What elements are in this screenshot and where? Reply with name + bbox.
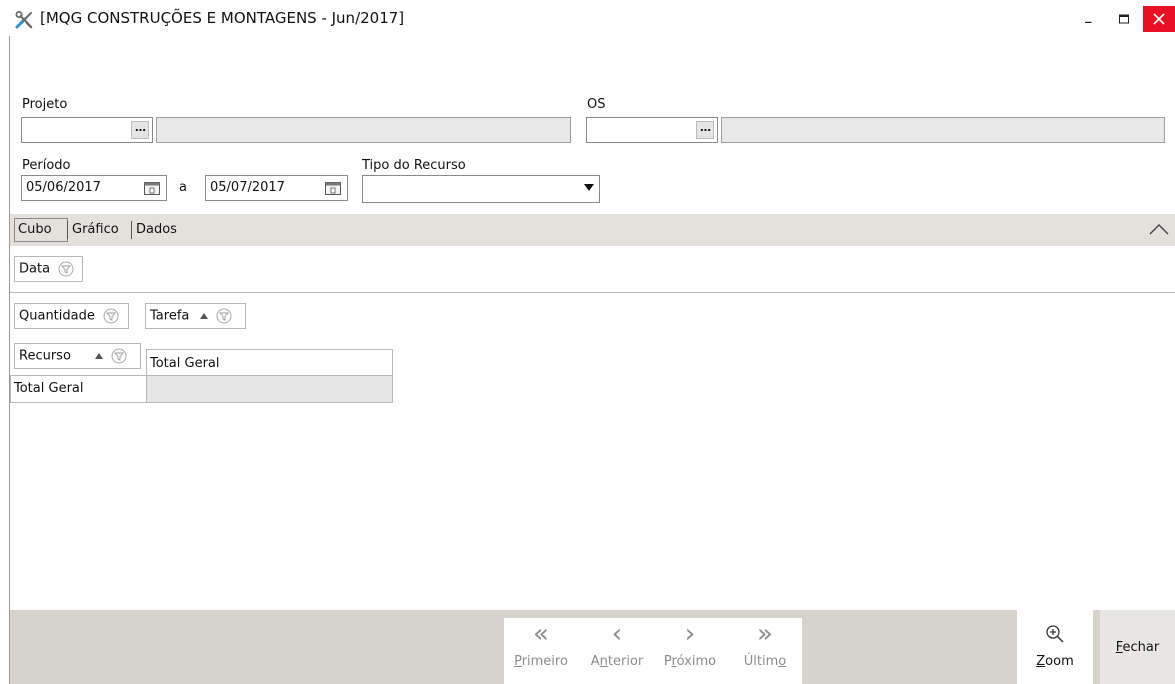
first-record-button[interactable]: « Primeiro (504, 618, 578, 684)
last-record-label: Último (743, 654, 787, 669)
data-field-quantidade[interactable]: Quantidade (14, 303, 129, 329)
zoom-in-icon (1046, 625, 1064, 643)
double-chevron-left-icon: « (533, 619, 549, 649)
column-grand-total-header: Total Geral (146, 349, 393, 376)
date-from-input[interactable]: 05/06/2017 (21, 175, 167, 201)
title-bar: [MQG CONSTRUÇÕES E MONTAGENS - Jun/2017]… (0, 0, 1175, 36)
os-code-input[interactable]: … (586, 117, 718, 143)
filter-icon[interactable] (111, 348, 127, 364)
tab-divider (67, 221, 68, 239)
filter-icon[interactable] (58, 261, 74, 277)
os-label: OS (587, 97, 606, 112)
sort-ascending-icon[interactable] (199, 313, 208, 319)
first-record-label: Primeiro (514, 654, 568, 669)
next-record-label: Próximo (663, 654, 717, 669)
chevron-left-icon: ‹ (611, 619, 623, 649)
close-label: Fechar (1115, 640, 1160, 655)
row-grand-total-header: Total Geral (10, 375, 147, 403)
close-window-button[interactable] (1143, 6, 1175, 32)
close-button[interactable]: Fechar (1100, 610, 1175, 684)
os-description-field (721, 117, 1165, 143)
row-field-label: Recurso (19, 348, 71, 364)
minimize-icon: _ (1085, 9, 1092, 24)
periodo-label: Período (22, 158, 71, 173)
double-chevron-right-icon: » (757, 619, 773, 649)
column-field-label: Tarefa (150, 308, 190, 324)
date-separator: a (179, 180, 187, 195)
chevron-up-icon[interactable] (1149, 222, 1169, 236)
sort-ascending-icon[interactable] (95, 353, 104, 359)
next-record-button[interactable]: › Próximo (653, 618, 727, 684)
tab-dados[interactable]: Dados (136, 222, 177, 237)
calendar-icon[interactable] (325, 181, 341, 195)
column-field-tarefa[interactable]: Tarefa (145, 303, 246, 329)
last-record-button[interactable]: » Último (728, 618, 802, 684)
tab-grafico[interactable]: Gráfico (72, 222, 119, 237)
filter-icon[interactable] (103, 308, 119, 324)
data-field-label: Quantidade (19, 308, 95, 324)
filter-icon[interactable] (216, 308, 232, 324)
minimize-button[interactable]: _ (1078, 8, 1102, 30)
view-tabs: Cubo Gráfico Dados (10, 214, 1175, 246)
projeto-label: Projeto (22, 97, 68, 112)
filter-area-divider (10, 292, 1175, 293)
tools-icon (15, 11, 33, 29)
chevron-right-icon: › (684, 619, 696, 649)
tab-divider (131, 221, 132, 239)
pivot-grid-area (10, 246, 1175, 608)
tab-cubo[interactable]: Cubo (18, 222, 52, 237)
grand-total-cell (146, 375, 393, 403)
tipo-recurso-label: Tipo do Recurso (362, 158, 466, 173)
window-title: [MQG CONSTRUÇÕES E MONTAGENS - Jun/2017] (40, 9, 405, 27)
date-to-input[interactable]: 05/07/2017 (205, 175, 348, 201)
date-from-value: 05/06/2017 (26, 180, 101, 195)
filter-field-data[interactable]: Data (14, 256, 83, 282)
close-icon (1153, 13, 1165, 25)
record-navigation: « Primeiro ‹ Anterior › Próximo » Último (504, 618, 802, 684)
maximize-button[interactable] (1112, 8, 1136, 30)
date-to-value: 05/07/2017 (210, 180, 285, 195)
previous-record-label: Anterior (590, 654, 644, 669)
zoom-button[interactable]: Zoom (1017, 610, 1093, 684)
maximize-icon (1119, 14, 1129, 24)
calendar-icon[interactable] (144, 181, 160, 195)
projeto-code-input[interactable]: … (21, 117, 153, 143)
zoom-label: Zoom (1036, 654, 1074, 669)
filter-field-label: Data (19, 261, 51, 277)
projeto-description-field (156, 117, 571, 143)
os-lookup-button[interactable]: … (696, 121, 714, 139)
chevron-down-icon (584, 184, 594, 191)
row-field-recurso[interactable]: Recurso (14, 343, 141, 369)
previous-record-button[interactable]: ‹ Anterior (580, 618, 654, 684)
tipo-recurso-select[interactable] (362, 175, 600, 203)
projeto-lookup-button[interactable]: … (131, 121, 149, 139)
